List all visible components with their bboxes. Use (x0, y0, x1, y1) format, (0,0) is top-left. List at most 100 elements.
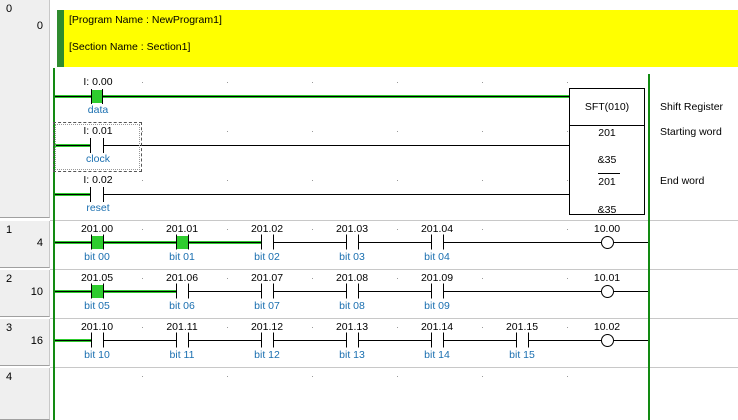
operand-description: Starting word (660, 126, 722, 138)
grid-dot (142, 229, 143, 230)
contact-comment: bit 06 (169, 299, 195, 312)
contact-comment: bit 09 (424, 299, 450, 312)
contact-comment: bit 04 (424, 250, 450, 263)
grid-dot (567, 278, 568, 279)
output-coil[interactable] (601, 285, 614, 298)
grid-dot (227, 131, 228, 132)
contact-bit-08[interactable] (346, 283, 359, 299)
sft-instruction-block[interactable]: SFT(010) 201 &35 201 &35 (569, 88, 645, 216)
grid-dot (567, 82, 568, 83)
grid-dot (142, 327, 143, 328)
grid-dot (397, 82, 398, 83)
contact-address: 201.14 (420, 320, 454, 333)
contact-address: 201.11 (166, 320, 198, 333)
output-coil[interactable] (601, 334, 614, 347)
contact-address: 201.00 (80, 222, 114, 235)
contact-data[interactable] (91, 89, 103, 104)
contact-address: 201.01 (165, 222, 199, 235)
contact-comment: bit 13 (339, 348, 365, 361)
contact-comment: bit 12 (254, 348, 280, 361)
contact-address: 201.15 (505, 320, 539, 333)
selection-cursor[interactable] (53, 122, 142, 172)
grid-dot (567, 229, 568, 230)
grid-dot (227, 278, 228, 279)
grid-dot (312, 327, 313, 328)
contact-bit-06[interactable] (176, 283, 189, 299)
contact-bit-09[interactable] (431, 283, 444, 299)
coil-address: 10.02 (593, 320, 621, 333)
contact-bit-05[interactable] (91, 283, 104, 299)
grid-dot (482, 180, 483, 181)
grid-dot (482, 131, 483, 132)
contact-comment: bit 05 (84, 299, 110, 312)
contact-address: 201.05 (80, 271, 114, 284)
contact-address: 201.03 (335, 222, 369, 235)
output-coil[interactable] (601, 236, 614, 249)
grid-dot (312, 278, 313, 279)
contact-comment: bit 14 (424, 348, 450, 361)
grid-dot (567, 376, 568, 377)
contact-address: 201.06 (165, 271, 199, 284)
contact-comment: bit 01 (169, 250, 195, 263)
contact-comment: bit 02 (254, 250, 280, 263)
contact-comment: bit 08 (339, 299, 365, 312)
contact-address: 201.08 (335, 271, 369, 284)
contact-address: 201.09 (420, 271, 454, 284)
coil-address: 10.00 (593, 222, 621, 235)
instruction-name: SFT(010) (570, 89, 644, 126)
contact-address: 201.13 (335, 320, 369, 333)
contact-address: 201.07 (250, 271, 284, 284)
contact-bit-11[interactable] (176, 332, 189, 348)
grid-dot (482, 82, 483, 83)
grid-dot (482, 327, 483, 328)
grid-dot (312, 82, 313, 83)
operand-end-word-value: &35 (597, 204, 617, 216)
grid-dot (482, 229, 483, 230)
operand-description: End word (660, 175, 705, 187)
contact-comment: bit 00 (84, 250, 110, 263)
grid-dot (142, 278, 143, 279)
grid-dot (142, 180, 143, 181)
contact-address: I: 0.02 (83, 174, 113, 186)
contact-reset[interactable] (90, 187, 104, 202)
grid-dot (397, 278, 398, 279)
grid-dot (482, 376, 483, 377)
grid-dot (227, 327, 228, 328)
contact-bit-04[interactable] (431, 234, 444, 250)
contact-bit-02[interactable] (261, 234, 274, 250)
contact-bit-15[interactable] (516, 332, 529, 348)
grid-dot (227, 229, 228, 230)
contact-comment: bit 11 (169, 348, 195, 361)
contact-bit-00[interactable] (91, 234, 104, 250)
operand-end-word: 201 (598, 176, 616, 188)
grid-dot (397, 229, 398, 230)
contact-bit-01[interactable] (176, 234, 189, 250)
grid-dot (312, 180, 313, 181)
grid-dot (227, 82, 228, 83)
grid-dot (397, 180, 398, 181)
grid-dot (567, 327, 568, 328)
grid-dot (142, 82, 143, 83)
contact-comment: data (87, 104, 109, 116)
contact-bit-07[interactable] (261, 283, 274, 299)
contact-address: 201.04 (420, 222, 454, 235)
contact-address: I: 0.00 (83, 76, 113, 88)
contact-comment: bit 07 (254, 299, 280, 312)
grid-dot (397, 376, 398, 377)
grid-dot (397, 327, 398, 328)
contact-bit-10[interactable] (91, 332, 104, 348)
operand-starting-word-value: &35 (597, 154, 617, 166)
grid-dot (142, 376, 143, 377)
grid-dot (482, 278, 483, 279)
contact-bit-03[interactable] (346, 234, 359, 250)
contact-comment: bit 15 (509, 348, 535, 361)
contact-comment: bit 10 (84, 348, 110, 361)
contact-bit-13[interactable] (346, 332, 359, 348)
contact-bit-12[interactable] (261, 332, 274, 348)
grid-dot (312, 376, 313, 377)
contact-address: 201.10 (80, 320, 114, 333)
coil-address: 10.01 (593, 271, 621, 284)
contact-bit-14[interactable] (431, 332, 444, 348)
grid-dot (397, 131, 398, 132)
grid-dot (312, 229, 313, 230)
